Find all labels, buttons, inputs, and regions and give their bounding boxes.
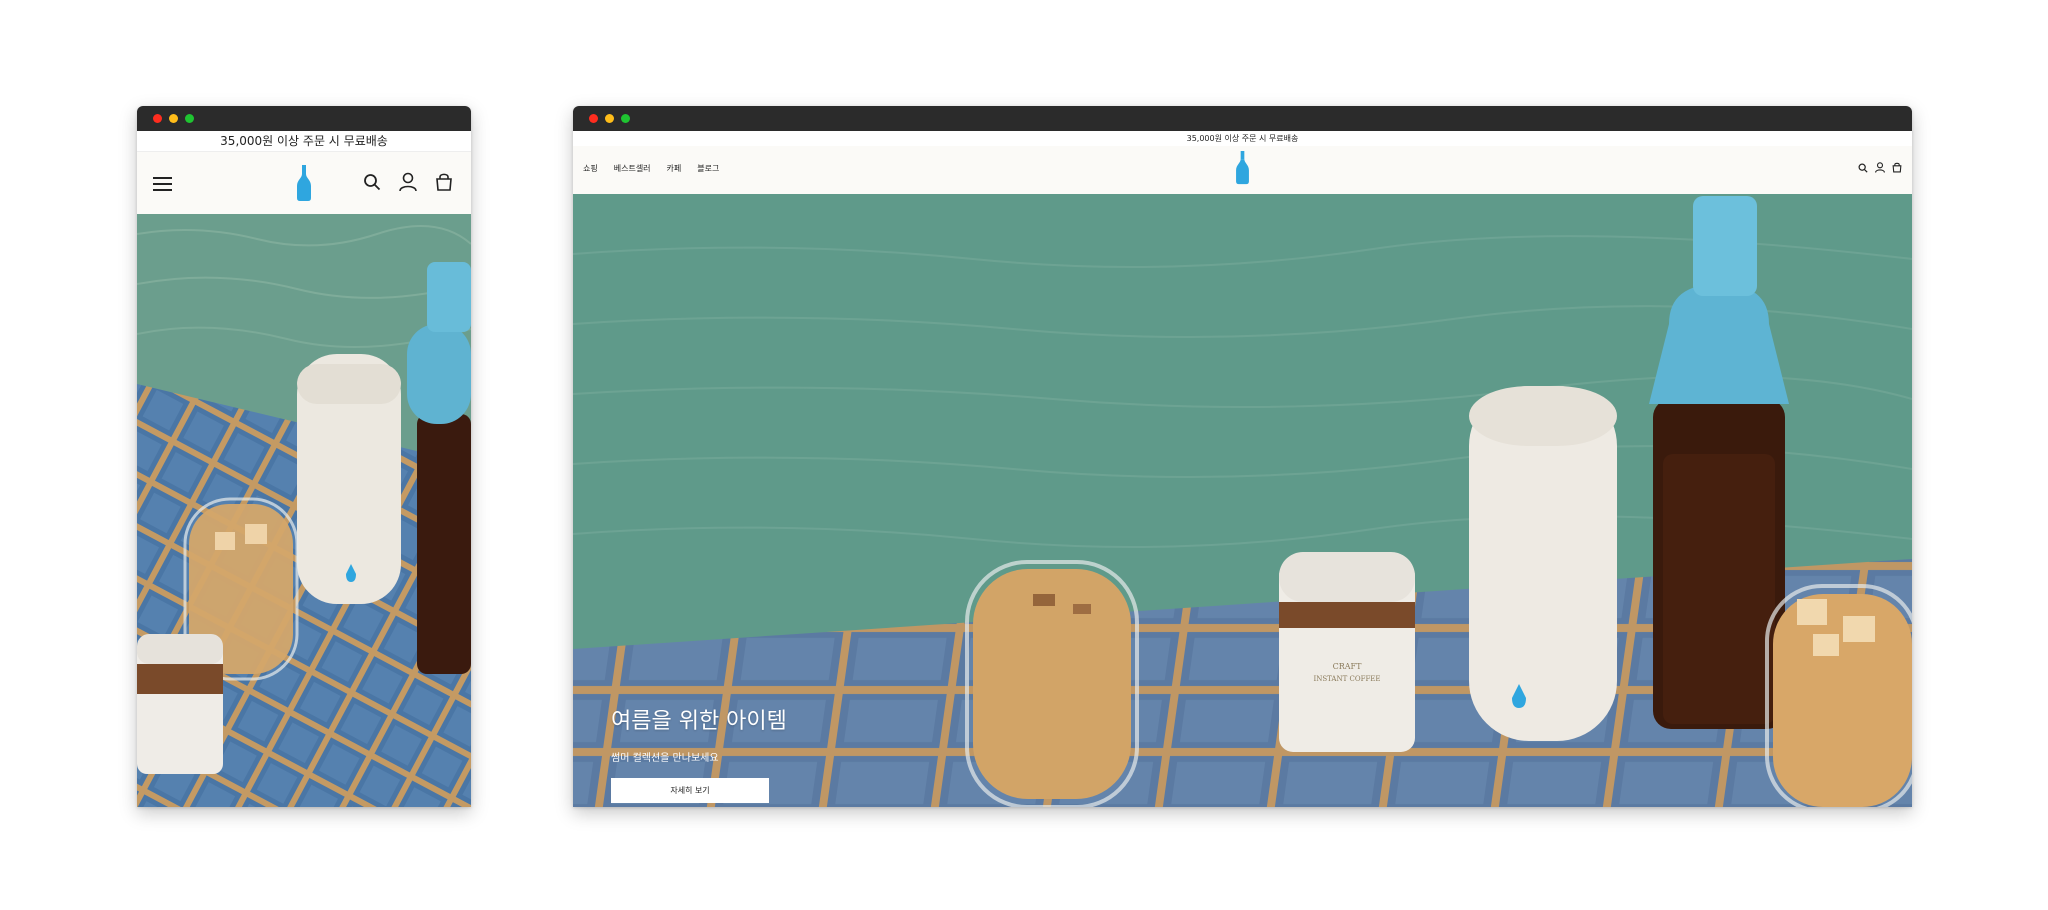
desktop-browser-window: 35,000원 이상 주문 시 무료배송 쇼핑 베스트셀러 카페 블로그 CRA… bbox=[573, 106, 1912, 807]
main-menu: 쇼핑 베스트셀러 카페 블로그 bbox=[583, 163, 719, 174]
hero-image bbox=[137, 214, 471, 807]
svg-text:INSTANT COFFEE: INSTANT COFFEE bbox=[1313, 675, 1380, 683]
announcement-bar: 35,000원 이상 주문 시 무료배송 bbox=[137, 131, 471, 152]
hamburger-icon[interactable] bbox=[153, 176, 172, 191]
shopping-bag-icon[interactable] bbox=[435, 172, 453, 192]
close-window-button[interactable] bbox=[153, 114, 162, 123]
hero-subtitle: 썸머 컬렉션을 만나보세요 bbox=[611, 753, 719, 764]
maximize-window-button[interactable] bbox=[621, 114, 630, 123]
search-icon[interactable] bbox=[1858, 163, 1868, 173]
announcement-bar: 35,000원 이상 주문 시 무료배송 bbox=[573, 131, 1912, 146]
minimize-window-button[interactable] bbox=[169, 114, 178, 123]
menu-item-cafe[interactable]: 카페 bbox=[667, 163, 682, 174]
title-bar bbox=[573, 106, 1912, 131]
search-icon[interactable] bbox=[363, 173, 381, 191]
menu-item-blog[interactable]: 블로그 bbox=[697, 163, 719, 174]
account-icon[interactable] bbox=[1875, 162, 1885, 173]
hero-banner: CRAFT INSTANT COFFEE 여름을 위한 아이템 썸머 컬렉션을 … bbox=[573, 194, 1912, 807]
menu-item-bestseller[interactable]: 베스트셀러 bbox=[614, 163, 651, 174]
minimize-window-button[interactable] bbox=[605, 114, 614, 123]
learn-more-button[interactable]: 자세히 보기 bbox=[611, 778, 769, 803]
title-bar bbox=[137, 106, 471, 131]
menu-item-shop[interactable]: 쇼핑 bbox=[583, 163, 598, 174]
header-icons bbox=[1858, 162, 1902, 173]
hero-content: 여름을 위한 아이템 썸머 컬렉션을 만나보세요 자세히 보기 bbox=[611, 703, 787, 803]
maximize-window-button[interactable] bbox=[185, 114, 194, 123]
shopping-bag-icon[interactable] bbox=[1892, 162, 1902, 173]
blue-bottle-logo[interactable] bbox=[295, 165, 313, 202]
hero-title: 여름을 위한 아이템 bbox=[611, 709, 787, 734]
hero-banner[interactable] bbox=[137, 214, 471, 807]
blue-bottle-logo[interactable] bbox=[1234, 151, 1251, 185]
svg-text:CRAFT: CRAFT bbox=[1333, 662, 1362, 671]
header: 쇼핑 베스트셀러 카페 블로그 bbox=[573, 146, 1912, 194]
header bbox=[137, 152, 471, 214]
account-icon[interactable] bbox=[399, 172, 417, 192]
close-window-button[interactable] bbox=[589, 114, 598, 123]
mobile-browser-window: 35,000원 이상 주문 시 무료배송 bbox=[137, 106, 471, 807]
header-icons bbox=[363, 172, 453, 192]
